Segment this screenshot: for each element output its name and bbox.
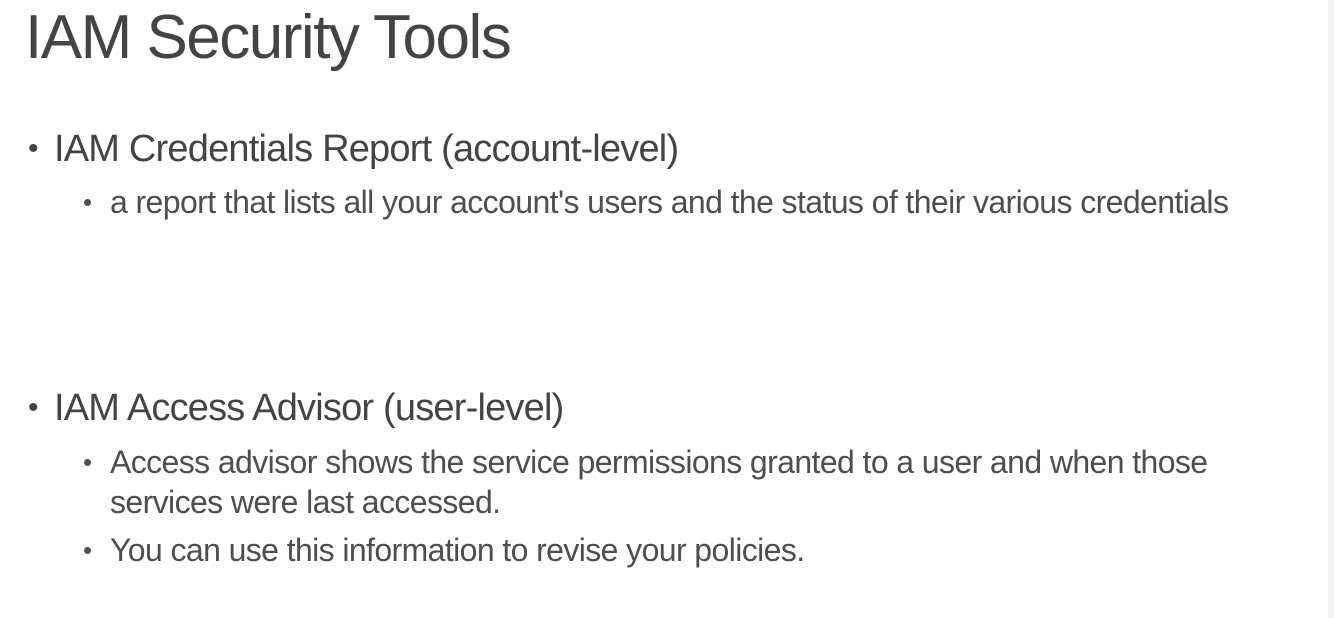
slide: IAM Security Tools • IAM Credentials Repo… (0, 0, 1334, 618)
sub-bullet-text: Access advisor shows the service permiss… (110, 444, 1208, 520)
slide-edge-divider (1328, 0, 1334, 618)
sub-bullet-text: a report that lists all your account's u… (110, 184, 1229, 220)
sub-bullet-icon: • (83, 187, 92, 217)
sub-bullet-icon: • (83, 447, 92, 477)
sub-bullet-text: You can use this information to revise y… (110, 532, 805, 568)
sub-bullet-credentials-report-description: • a report that lists all your account's… (83, 182, 1293, 222)
bullet-icon: • (28, 132, 39, 165)
bullet-credentials-report: • IAM Credentials Report (account-level) (28, 127, 1308, 171)
bullet-heading: IAM Access Advisor (user-level) (54, 387, 564, 429)
sub-bullet-access-advisor-description: • Access advisor shows the service permi… (83, 442, 1293, 522)
bullet-heading: IAM Credentials Report (account-level) (54, 128, 679, 170)
sub-bullet-icon: • (83, 535, 92, 565)
slide-title: IAM Security Tools (25, 3, 512, 72)
sub-bullet-revise-policies: • You can use this information to revise… (83, 530, 1293, 570)
bullet-access-advisor: • IAM Access Advisor (user-level) (28, 386, 1308, 430)
bullet-icon: • (28, 391, 39, 424)
